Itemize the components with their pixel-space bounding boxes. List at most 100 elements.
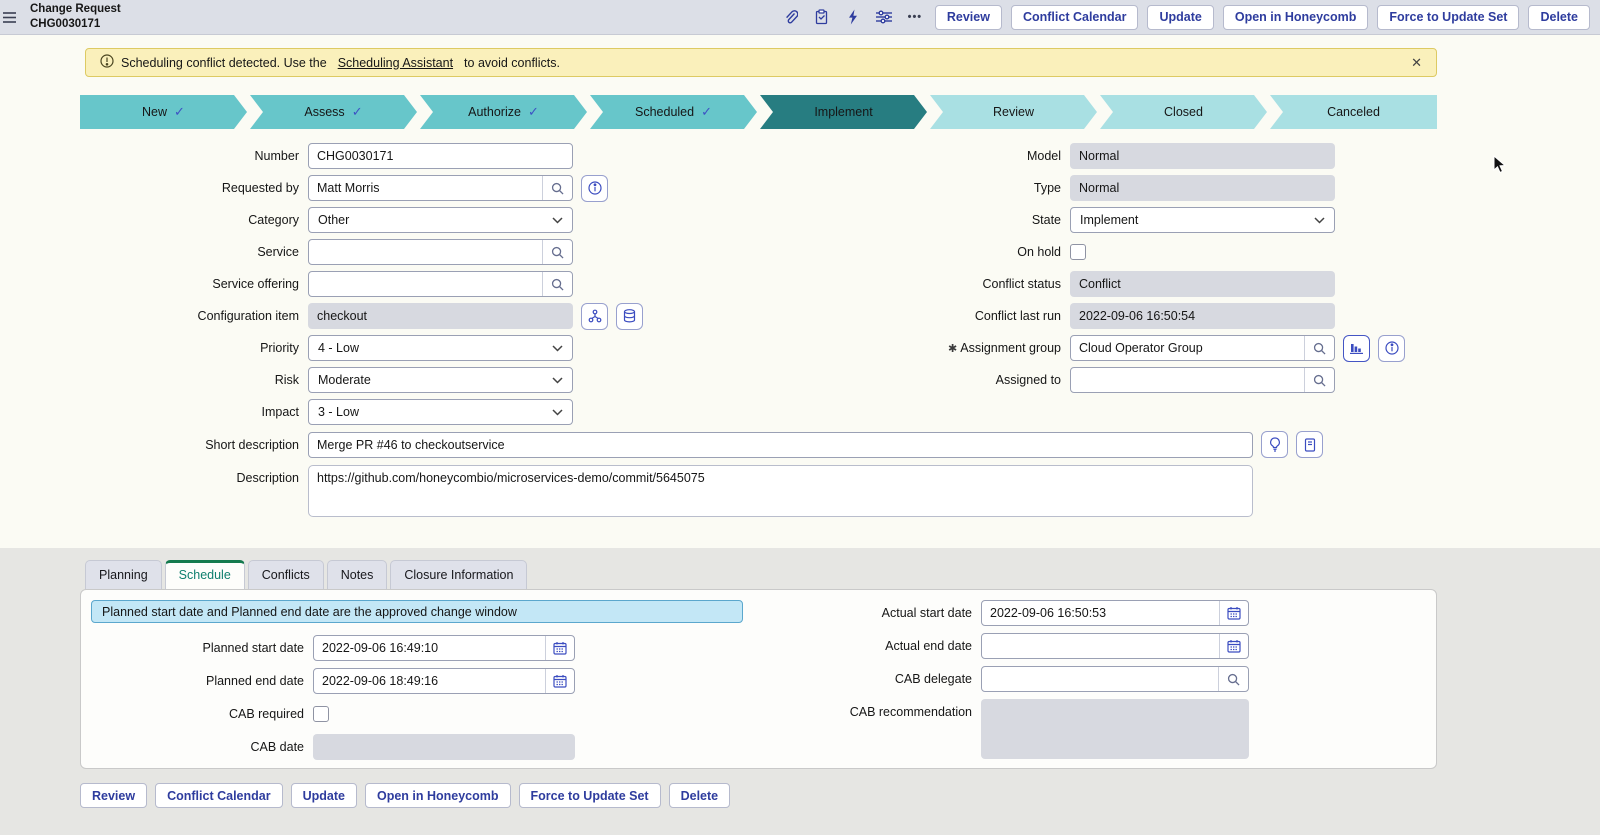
assignment-group-info-icon[interactable] bbox=[1378, 335, 1405, 362]
footer-delete-button[interactable]: Delete bbox=[669, 783, 731, 808]
requested-by-search-icon[interactable] bbox=[542, 176, 572, 200]
force-to-update-set-button[interactable]: Force to Update Set bbox=[1377, 5, 1519, 30]
requested-by-label: Requested by bbox=[80, 175, 308, 201]
cab-required-label: CAB required bbox=[91, 707, 313, 721]
tab-conflicts[interactable]: Conflicts bbox=[248, 560, 324, 589]
actual-end-date-input[interactable] bbox=[982, 634, 1219, 658]
field-short-description: Short description bbox=[0, 431, 1600, 458]
service-offering-search-icon[interactable] bbox=[542, 272, 572, 296]
short-description-input[interactable] bbox=[309, 433, 1252, 457]
flow-stage-canceled[interactable]: Canceled bbox=[1270, 95, 1437, 129]
short-description-label: Short description bbox=[80, 432, 308, 458]
flow-stage-scheduled[interactable]: Scheduled✓ bbox=[590, 95, 757, 129]
calendar-icon[interactable] bbox=[545, 636, 574, 660]
field-planned-end-date: Planned end date bbox=[91, 668, 771, 694]
cab-required-checkbox[interactable] bbox=[313, 706, 329, 722]
model-label: Model bbox=[740, 143, 1070, 169]
actual-start-date-input[interactable] bbox=[982, 601, 1219, 625]
cab-date-value bbox=[313, 734, 575, 760]
footer-force-to-update-set-button[interactable]: Force to Update Set bbox=[519, 783, 661, 808]
assigned-to-search-icon[interactable] bbox=[1304, 368, 1334, 392]
service-input[interactable] bbox=[309, 240, 542, 264]
scheduling-assistant-link[interactable]: Scheduling Assistant bbox=[338, 56, 453, 70]
type-value: Normal bbox=[1070, 175, 1335, 201]
tab-notes[interactable]: Notes bbox=[327, 560, 388, 589]
requested-by-info-icon[interactable] bbox=[581, 175, 608, 202]
conflict-calendar-button[interactable]: Conflict Calendar bbox=[1011, 5, 1139, 30]
lightbulb-icon[interactable] bbox=[1261, 431, 1288, 458]
cab-date-label: CAB date bbox=[91, 740, 313, 754]
personalize-sliders-icon[interactable] bbox=[873, 6, 895, 28]
footer-review-button[interactable]: Review bbox=[80, 783, 147, 808]
planned-start-date-input[interactable] bbox=[314, 636, 545, 660]
state-select[interactable]: Implement bbox=[1070, 207, 1335, 233]
footer-conflict-calendar-button[interactable]: Conflict Calendar bbox=[155, 783, 283, 808]
flow-stage-label: Review bbox=[993, 105, 1034, 119]
impact-value: 3 - Low bbox=[318, 405, 359, 419]
check-icon: ✓ bbox=[352, 104, 363, 120]
assignment-group-input[interactable] bbox=[1071, 336, 1304, 360]
clipboard-icon[interactable] bbox=[811, 6, 833, 28]
assigned-to-input[interactable] bbox=[1071, 368, 1304, 392]
requested-by-input[interactable] bbox=[309, 176, 542, 200]
delete-button[interactable]: Delete bbox=[1528, 5, 1590, 30]
flow-stage-label: Authorize bbox=[468, 105, 521, 119]
calendar-icon[interactable] bbox=[545, 669, 574, 693]
footer-update-button[interactable]: Update bbox=[291, 783, 357, 808]
database-icon[interactable] bbox=[616, 303, 643, 330]
bar-chart-icon[interactable] bbox=[1343, 335, 1370, 362]
category-label: Category bbox=[80, 207, 308, 233]
flow-stage-implement[interactable]: Implement bbox=[760, 95, 927, 129]
field-description: Description https://github.com/honeycomb… bbox=[0, 465, 1600, 517]
footer-open-in-honeycomb-button[interactable]: Open in Honeycomb bbox=[365, 783, 511, 808]
flow-stage-review[interactable]: Review bbox=[930, 95, 1097, 129]
activity-lightning-icon[interactable] bbox=[842, 6, 864, 28]
banner-close-icon[interactable]: ✕ bbox=[1411, 55, 1422, 71]
attachment-paperclip-icon[interactable] bbox=[780, 6, 802, 28]
tab-schedule[interactable]: Schedule bbox=[165, 560, 245, 589]
open-in-honeycomb-button[interactable]: Open in Honeycomb bbox=[1223, 5, 1369, 30]
more-options-icon[interactable]: ••• bbox=[904, 6, 926, 28]
banner-text-after: to avoid conflicts. bbox=[464, 56, 560, 70]
calendar-icon[interactable] bbox=[1219, 634, 1248, 658]
flow-stage-label: Canceled bbox=[1327, 105, 1380, 119]
service-offering-input[interactable] bbox=[309, 272, 542, 296]
assignment-group-search-icon[interactable] bbox=[1304, 336, 1334, 360]
review-button[interactable]: Review bbox=[935, 5, 1002, 30]
flow-stage-authorize[interactable]: Authorize✓ bbox=[420, 95, 587, 129]
flow-stage-closed[interactable]: Closed bbox=[1100, 95, 1267, 129]
risk-label: Risk bbox=[80, 367, 308, 393]
field-assignment-group: ✱Assignment group bbox=[740, 335, 1510, 361]
knowledge-book-icon[interactable] bbox=[1296, 431, 1323, 458]
required-asterisk-icon: ✱ bbox=[948, 343, 957, 355]
planned-end-date-input[interactable] bbox=[314, 669, 545, 693]
field-cab-recommendation: CAB recommendation bbox=[771, 699, 1249, 759]
on-hold-checkbox[interactable] bbox=[1070, 244, 1086, 260]
process-flow: New✓ Assess✓ Authorize✓ Scheduled✓ Imple… bbox=[80, 95, 1437, 129]
cab-delegate-search-icon[interactable] bbox=[1218, 667, 1248, 691]
flow-stage-new[interactable]: New✓ bbox=[80, 95, 247, 129]
state-label: State bbox=[740, 207, 1070, 233]
dependency-map-icon[interactable] bbox=[581, 303, 608, 330]
state-value: Implement bbox=[1080, 213, 1138, 227]
flow-stage-assess[interactable]: Assess✓ bbox=[250, 95, 417, 129]
chevron-down-icon bbox=[1314, 213, 1325, 227]
hamburger-menu-icon[interactable] bbox=[0, 0, 18, 35]
description-label: Description bbox=[80, 465, 308, 491]
tab-closure-information[interactable]: Closure Information bbox=[390, 560, 527, 589]
update-button[interactable]: Update bbox=[1147, 5, 1213, 30]
risk-select[interactable]: Moderate bbox=[308, 367, 573, 393]
configuration-item-value: checkout bbox=[308, 303, 573, 329]
service-search-icon[interactable] bbox=[542, 240, 572, 264]
calendar-icon[interactable] bbox=[1219, 601, 1248, 625]
tab-planning[interactable]: Planning bbox=[85, 560, 162, 589]
change-window-info-banner: Planned start date and Planned end date … bbox=[91, 600, 743, 623]
cab-delegate-label: CAB delegate bbox=[771, 672, 981, 686]
category-select[interactable]: Other bbox=[308, 207, 573, 233]
configuration-item-label: Configuration item bbox=[80, 303, 308, 329]
impact-select[interactable]: 3 - Low bbox=[308, 399, 573, 425]
number-input[interactable] bbox=[309, 144, 572, 168]
priority-select[interactable]: 4 - Low bbox=[308, 335, 573, 361]
cab-delegate-input[interactable] bbox=[982, 667, 1218, 691]
description-textarea[interactable]: https://github.com/honeycombio/microserv… bbox=[308, 465, 1253, 517]
